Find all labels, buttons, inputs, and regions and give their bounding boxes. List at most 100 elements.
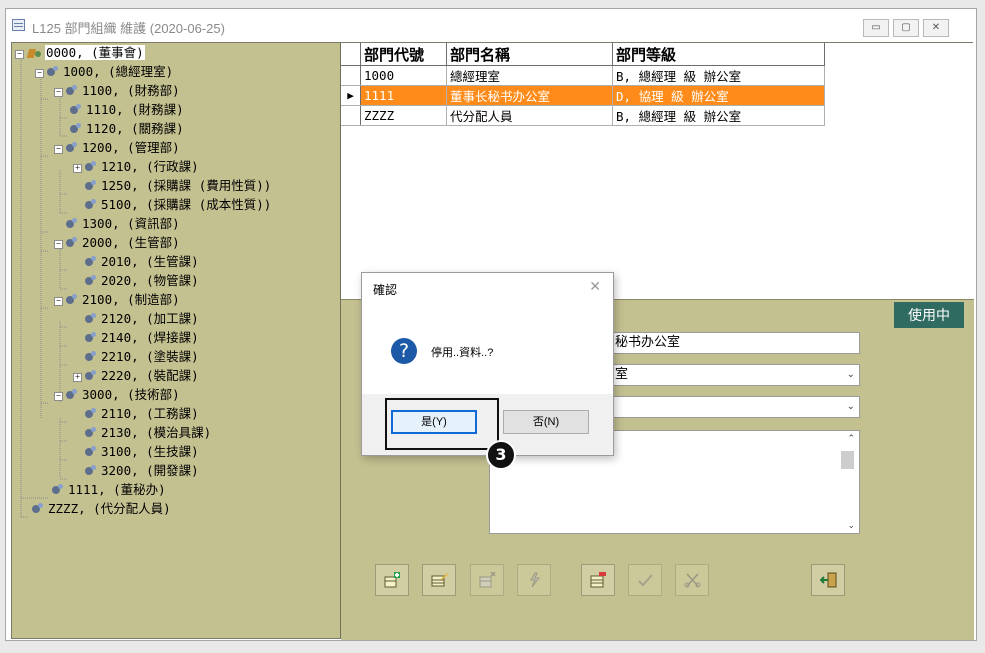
tree-node-3200[interactable]: 3200, (開發課) (85, 462, 199, 480)
no-button[interactable]: 否(N) (503, 410, 589, 434)
header-dept-name[interactable]: 部門名稱 (446, 43, 613, 66)
confirm-button[interactable] (628, 564, 662, 596)
row-header[interactable] (341, 105, 361, 126)
department-icon (85, 332, 97, 343)
tree-node-2110[interactable]: 2110, (工務課) (85, 405, 199, 423)
tree-node-2120[interactable]: 2120, (加工課) (85, 310, 199, 328)
tree-node-1250[interactable]: 1250, (採購課 (費用性質)) (85, 177, 271, 195)
tree-node-2130[interactable]: 2130, (模治具課) (85, 424, 211, 442)
scroll-down-icon[interactable]: ⌄ (847, 520, 855, 531)
department-icon (85, 370, 97, 381)
department-icon (85, 256, 97, 267)
tree-node-2010[interactable]: 2010, (生管課) (85, 253, 199, 271)
department-icon (85, 161, 97, 172)
tree-node-2100[interactable]: 2100, (制造部) (66, 291, 180, 309)
department-icon (66, 85, 78, 96)
cell-level[interactable]: B, 總經理 級 辦公室 (612, 65, 825, 86)
tree-node-1111[interactable]: 1111, (董秘办) (52, 481, 166, 499)
table-view-button[interactable] (581, 564, 615, 596)
tree-node-3100[interactable]: 3100, (生技課) (85, 443, 199, 461)
chevron-down-icon[interactable]: ⌄ (847, 365, 855, 385)
tree-node-5100[interactable]: 5100, (採購課 (成本性質)) (85, 196, 271, 214)
cell-name[interactable]: 代分配人員 (446, 105, 613, 126)
collapse-toggle-icon[interactable]: − (35, 69, 44, 78)
add-record-icon (384, 572, 400, 588)
exit-icon (820, 572, 837, 588)
department-grid[interactable]: 部門代號 部門名稱 部門等級 1000 總經理室 B, 總經理 級 辦公室 ▶ … (341, 43, 825, 126)
parent-dept-value: 室 (615, 367, 629, 382)
cell-code[interactable]: ZZZZ (360, 105, 447, 126)
cell-code[interactable]: 1000 (360, 65, 447, 86)
tree-node-2140[interactable]: 2140, (焊接課) (85, 329, 199, 347)
chevron-down-icon[interactable]: ⌄ (847, 397, 855, 417)
edit-button[interactable] (422, 564, 456, 596)
tree-node-3000[interactable]: 3000, (技術部) (66, 386, 180, 404)
header-dept-code[interactable]: 部門代號 (360, 43, 447, 66)
dialog-close-icon[interactable]: ✕ (589, 278, 601, 295)
edit-record-icon (431, 573, 448, 587)
cell-code[interactable]: 1111 (360, 85, 447, 106)
current-row-indicator-icon[interactable]: ▶ (341, 85, 361, 106)
scroll-up-icon[interactable]: ⌃ (847, 433, 855, 444)
cancel-button[interactable] (675, 564, 709, 596)
department-icon (85, 351, 97, 362)
department-icon (70, 123, 82, 134)
department-icon (52, 484, 64, 495)
tree-node-2220[interactable]: 2220, (裝配課) (85, 367, 199, 385)
disable-button[interactable] (517, 564, 551, 596)
department-icon (85, 446, 97, 457)
tree-node-2020[interactable]: 2020, (物管課) (85, 272, 199, 290)
close-button[interactable]: ✕ (923, 19, 949, 37)
exit-button[interactable] (811, 564, 845, 596)
dialog-title: 確認 (373, 283, 398, 297)
collapse-toggle-icon[interactable]: − (54, 145, 63, 154)
annotation-highlight-box (385, 398, 499, 450)
scrollbar-thumb[interactable] (841, 451, 854, 469)
cell-level[interactable]: D, 協理 級 辦公室 (612, 85, 825, 106)
collapse-toggle-icon[interactable]: − (54, 88, 63, 97)
tree-node-1210[interactable]: 1210, (行政課) (85, 158, 199, 176)
tree-node-1000[interactable]: 1000, (總經理室) (47, 63, 173, 81)
cell-level[interactable]: B, 總經理 級 辦公室 (612, 105, 825, 126)
header-dept-level[interactable]: 部門等級 (612, 43, 825, 66)
tree-node-zzzz[interactable]: ZZZZ, (代分配人員) (32, 500, 171, 518)
table-row-selected[interactable]: ▶ 1111 董事长秘书办公室 D, 協理 級 辦公室 (341, 85, 825, 106)
parent-dept-select[interactable]: 室 ⌄ (611, 364, 860, 386)
cancel-icon (684, 573, 701, 588)
table-row[interactable]: ZZZZ 代分配人員 B, 總經理 級 辦公室 (341, 105, 825, 126)
question-icon: ? (391, 338, 417, 364)
tree-node-1100[interactable]: 1100, (財務部) (66, 82, 180, 100)
tree-node-2000[interactable]: 2000, (生管部) (66, 234, 180, 252)
tree-node-1120[interactable]: 1120, (關務課) (70, 120, 184, 138)
disable-record-icon (530, 572, 541, 588)
tree-node-1110[interactable]: 1110, (財務課) (70, 101, 184, 119)
collapse-toggle-icon[interactable]: − (54, 392, 63, 401)
dialog-message: 停用..資料..? (431, 347, 494, 359)
department-icon (70, 104, 82, 115)
tree-node-2210[interactable]: 2210, (塗裝課) (85, 348, 199, 366)
dept-level-select[interactable]: ⌄ (611, 396, 860, 418)
expand-toggle-icon[interactable]: + (73, 164, 82, 173)
tree-node-0000[interactable]: 0000, (董事會) (27, 44, 145, 62)
cell-name[interactable]: 董事长秘书办公室 (446, 85, 613, 106)
expand-toggle-icon[interactable]: + (73, 373, 82, 382)
add-button[interactable] (375, 564, 409, 596)
row-header[interactable] (341, 65, 361, 86)
tree-node-1300[interactable]: 1300, (資訊部) (66, 215, 180, 233)
delete-button[interactable] (470, 564, 504, 596)
step-number-badge: 3 (486, 440, 516, 470)
delete-record-icon (479, 572, 496, 588)
minimize-button[interactable]: ▭ (863, 19, 889, 37)
collapse-toggle-icon[interactable]: − (54, 240, 63, 249)
dept-name-field[interactable]: 秘书办公室 (611, 332, 860, 354)
tree-node-1200[interactable]: 1200, (管理部) (66, 139, 180, 157)
table-row[interactable]: 1000 總經理室 B, 總經理 級 辦公室 (341, 65, 825, 86)
collapse-toggle-icon[interactable]: − (15, 50, 24, 59)
cell-name[interactable]: 總經理室 (446, 65, 613, 86)
department-icon (32, 503, 44, 514)
department-icon (66, 218, 78, 229)
maximize-button[interactable]: ▢ (893, 19, 919, 37)
department-icon (85, 427, 97, 438)
collapse-toggle-icon[interactable]: − (54, 297, 63, 306)
department-tree[interactable]: − 0000, (董事會) − 1000, (總經理室) − 1100, (財務… (12, 43, 341, 639)
